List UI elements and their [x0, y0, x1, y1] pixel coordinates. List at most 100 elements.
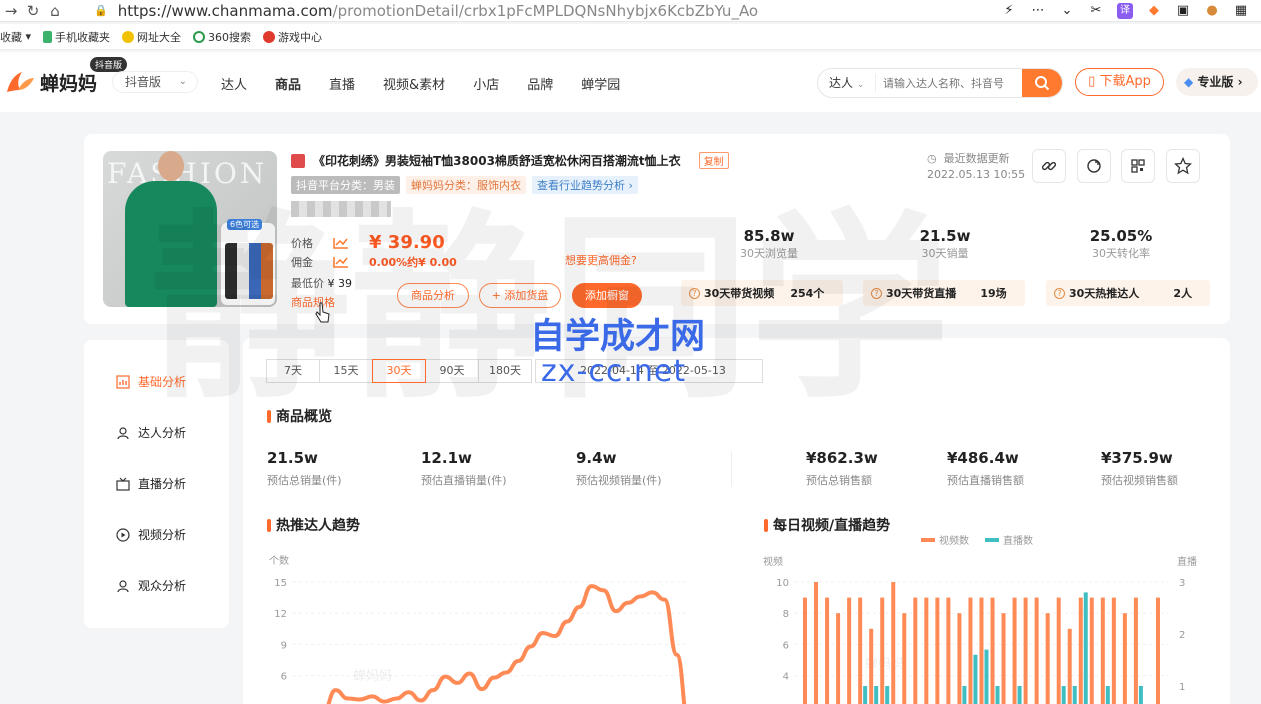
game-icon[interactable]: ◆ — [1146, 3, 1162, 19]
share-button[interactable] — [1077, 149, 1111, 183]
nav-video[interactable]: 视频&素材 — [383, 74, 445, 93]
lightning-icon[interactable]: ⚡ — [1001, 3, 1017, 19]
menu-audience-analysis[interactable]: 观众分析 — [116, 577, 186, 594]
bar-chart-ylabel: 视频 — [763, 555, 783, 568]
kpi-live-sales-value: 12.1w — [421, 449, 472, 467]
video-count-bar — [1001, 613, 1006, 704]
diamond-icon: ◆ — [1184, 75, 1194, 89]
menu-basic-analysis[interactable]: 基础分析 — [116, 373, 186, 390]
qrcode-button[interactable] — [1121, 149, 1155, 183]
product-analysis-button[interactable]: 商品分析 — [397, 283, 469, 308]
add-pool-button[interactable]: + 添加货盘 — [479, 283, 561, 308]
scissors-icon[interactable]: ✂ — [1088, 3, 1104, 19]
bar-chart-ytick: 4 — [783, 672, 789, 683]
live-icon — [116, 477, 130, 491]
blurred-shop-name — [291, 201, 391, 217]
line-chart-ytick: 12 — [274, 609, 287, 620]
tag-cmm-category: 蝉妈妈分类：服饰内衣 — [406, 176, 526, 194]
site-logo[interactable]: 蝉妈妈 抖音版 — [4, 57, 128, 98]
audience-icon — [117, 579, 129, 592]
search-input[interactable] — [876, 76, 1022, 90]
video-count-bar — [869, 628, 874, 704]
nav-live[interactable]: 直播 — [329, 74, 355, 93]
pill-influencers-label: 30天热推达人 — [1069, 287, 1140, 300]
bookmark-games[interactable]: 游戏中心 — [263, 29, 322, 45]
link-icon — [1041, 161, 1057, 171]
pill-lives[interactable]: ? 30天带货直播 19场 — [863, 280, 1025, 306]
video-count-bar — [979, 597, 984, 704]
stat-sales-value: 21.5w — [919, 227, 971, 245]
cicada-logo-icon — [7, 72, 34, 92]
range-180d[interactable]: 180天 — [478, 359, 532, 383]
range-7d[interactable]: 7天 — [266, 359, 320, 383]
color-option-badge: 6色可选 — [227, 219, 263, 230]
stat-conversion-value: 25.05% — [1089, 227, 1153, 245]
qrcode-icon — [1131, 159, 1145, 173]
avatar-icon[interactable]: ● — [1204, 3, 1220, 19]
stat-conversion-label: 30天转化率 — [1092, 247, 1150, 260]
link-button[interactable] — [1032, 149, 1066, 183]
price-trend-icon[interactable] — [333, 237, 349, 249]
more-icon[interactable]: ⋯ — [1030, 3, 1046, 19]
back-icon[interactable]: → — [0, 2, 22, 20]
version-select[interactable]: 抖音版 ⌄ — [112, 71, 198, 93]
line-chart-ytick: 9 — [281, 640, 287, 651]
pro-version-button[interactable]: ◆ 专业版 › — [1176, 68, 1258, 96]
nav-shop[interactable]: 小店 — [473, 74, 499, 93]
nav-goods[interactable]: 商品 — [275, 74, 301, 93]
kpi-live-sales-label: 预估直播销量(件) — [421, 474, 507, 487]
url-field[interactable]: 🔒 https://www.chanmama.com/promotionDeta… — [94, 2, 1001, 20]
range-90d[interactable]: 90天 — [425, 359, 479, 383]
home-icon[interactable]: ⌂ — [44, 2, 66, 20]
menu-video-analysis[interactable]: 视频分析 — [116, 526, 186, 543]
video-count-bar — [1056, 597, 1061, 704]
box-icon[interactable]: ▣ — [1175, 3, 1191, 19]
grid-icon[interactable]: ▦ — [1233, 3, 1249, 19]
add-window-button[interactable]: 添加橱窗 — [572, 283, 642, 308]
video-count-bar — [1045, 613, 1050, 704]
pill-videos[interactable]: ? 30天带货视频 254个 — [681, 280, 843, 306]
copy-button[interactable]: 复制 — [698, 152, 729, 169]
kpi-video-sales: 9.4w 预估视频销量(件) — [576, 449, 662, 488]
range-selector: 7天 15天 30天 90天 180天 — [266, 359, 532, 383]
bookmark-mobile[interactable]: 手机收藏夹 — [43, 29, 110, 45]
hot-influencer-title: 热推达人趋势 — [267, 515, 360, 535]
menu-influencer-analysis-label: 达人分析 — [138, 426, 187, 440]
question-icon: ? — [689, 287, 700, 299]
bar-chart-y2tick: 3 — [1179, 578, 1185, 589]
legend-video-label: 视频数 — [939, 534, 969, 547]
industry-trend-link[interactable]: 查看行业趋势分析 › — [532, 176, 638, 194]
nav-daren[interactable]: 达人 — [221, 74, 247, 93]
search-button[interactable] — [1022, 69, 1062, 97]
chart-watermark: 蝉妈妈 — [353, 669, 392, 684]
search-scope-select[interactable]: 达人 ⌄ — [818, 74, 876, 92]
price-value: ¥ 39.90 — [369, 232, 445, 253]
menu-live-analysis[interactable]: 直播分析 — [116, 475, 186, 492]
bookmark-360[interactable]: 360搜索 — [193, 29, 251, 45]
nav-brand[interactable]: 品牌 — [527, 74, 553, 93]
bookmark-hao[interactable]: 网址大全 — [122, 29, 181, 45]
commission-trend-icon[interactable] — [333, 256, 349, 268]
video-count-bar — [946, 597, 951, 704]
lowest-price-label: 最低价 — [291, 277, 324, 290]
video-count-bar — [1023, 597, 1028, 704]
color-swatches — [225, 243, 273, 299]
bookmark-favorites[interactable]: 收藏 ▾ — [0, 29, 31, 45]
nav-academy[interactable]: 蝉学园 — [581, 74, 620, 93]
favorite-button[interactable] — [1166, 149, 1200, 183]
product-shirt-shape — [125, 181, 217, 307]
chevron-down-icon[interactable]: ⌄ — [1059, 3, 1075, 19]
menu-influencer-analysis[interactable]: 达人分析 — [116, 424, 186, 441]
pill-influencers[interactable]: ? 30天热推达人 2人 — [1046, 280, 1210, 306]
date-range-picker[interactable]: 2022-04-14 至 2022-05-13 — [535, 359, 763, 383]
range-30d[interactable]: 30天 — [372, 359, 426, 383]
product-card: FASHION 6色可选 《印花刺绣》男装短袖T恤38003棉质舒适宽松休闲百搭… — [84, 134, 1230, 324]
site-header: 蝉妈妈 抖音版 抖音版 ⌄ 达人 商品 直播 视频&素材 小店 品牌 蝉学园 达… — [0, 52, 1261, 112]
download-app-button[interactable]: ▯ 下载App — [1075, 68, 1164, 96]
higher-commission-link[interactable]: 想要更高佣金? — [565, 252, 637, 268]
star-icon — [1174, 157, 1192, 175]
reload-icon[interactable]: ↻ — [22, 2, 44, 20]
product-image[interactable]: FASHION 6色可选 — [103, 151, 277, 307]
range-15d[interactable]: 15天 — [319, 359, 373, 383]
translate-icon[interactable]: 译 — [1117, 2, 1133, 19]
